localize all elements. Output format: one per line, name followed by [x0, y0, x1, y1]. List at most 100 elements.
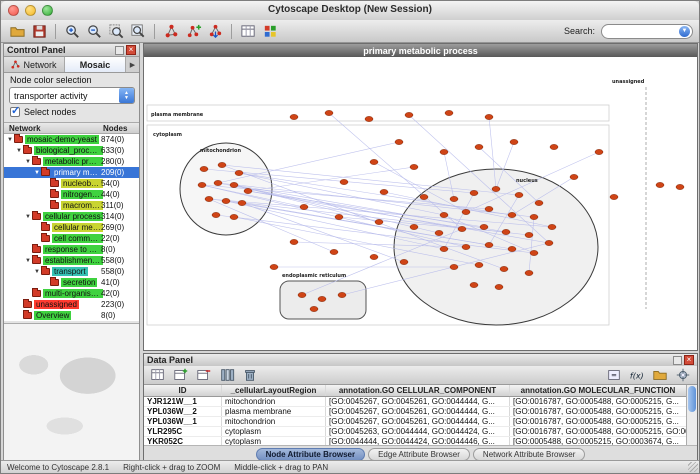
svg-text:mitochondrion: mitochondrion — [200, 148, 241, 154]
vizmapper-icon[interactable] — [260, 21, 280, 41]
tree-row[interactable]: cellular metabolic process269(0) — [4, 222, 139, 233]
tree-row-count: 41(0) — [101, 278, 120, 287]
tree-row-label: metabolic process — [43, 157, 103, 166]
row-options-icon[interactable] — [217, 365, 237, 385]
tree-row[interactable]: unassigned223(0) — [4, 299, 139, 310]
tree-row-label: secretion — [61, 278, 97, 287]
status-bar: Welcome to Cytoscape 2.8.1 Right-click +… — [1, 460, 699, 473]
tree-row-count: 558(0) — [101, 267, 124, 276]
expander-icon[interactable]: ▼ — [6, 137, 14, 143]
first-neighbors-icon[interactable] — [161, 21, 181, 41]
svg-text:endoplasmic reticulum: endoplasmic reticulum — [282, 273, 346, 279]
folder-icon — [32, 257, 41, 264]
new-column-icon[interactable] — [171, 365, 191, 385]
tree-row-label: transport — [52, 267, 88, 276]
resize-grip[interactable] — [688, 462, 698, 472]
data-panel-close-icon[interactable]: × — [684, 355, 694, 365]
table-column-header[interactable]: annotation.GO MOLECULAR_FUNCTION — [510, 385, 686, 396]
tree-row[interactable]: macromolecule metabolic process311(0) — [4, 200, 139, 211]
new-network-from-selection-icon[interactable] — [183, 21, 203, 41]
search-options-icon[interactable]: ▼ — [679, 26, 690, 37]
tab-scroll-right-icon[interactable]: ▶ — [126, 57, 139, 72]
tree-row[interactable]: ▼metabolic process280(0) — [4, 156, 139, 167]
import-attributes-file-icon[interactable] — [650, 365, 670, 385]
table-cell: [GO:0016787, GO:0005488, GO:0005215, G..… — [510, 397, 686, 406]
tree-row[interactable]: nitrogen compound metabolic process44(0) — [4, 189, 139, 200]
tree-row[interactable]: ▼establishment of localization558(0) — [4, 255, 139, 266]
table-row[interactable]: YPL036W__1mitochondrion[GO:0045267, GO:0… — [144, 417, 686, 427]
select-columns-icon[interactable] — [148, 365, 168, 385]
expander-icon[interactable]: ▼ — [33, 170, 41, 176]
control-panel-title: Control Panel — [7, 45, 115, 55]
equation-builder-icon[interactable]: = — [604, 365, 624, 385]
expander-icon[interactable]: ▼ — [24, 258, 32, 264]
expander-icon[interactable]: ▼ — [15, 148, 23, 154]
tree-row-count: 44(0) — [101, 190, 120, 199]
select-nodes-checkbox[interactable] — [10, 107, 20, 117]
import-network-icon[interactable] — [205, 21, 225, 41]
tree-row[interactable]: secretion 41(0) — [4, 277, 139, 288]
network-canvas[interactable]: plasma membranecytoplasmmitochondrionnuc… — [144, 57, 697, 350]
table-cell: YPL036W__1 — [144, 417, 222, 426]
tab-node-attribute-browser[interactable]: Node Attribute Browser — [256, 448, 366, 461]
tree-row-label: macromolecule metabolic process — [61, 201, 103, 210]
tree-row[interactable]: multi-organism process42(0) — [4, 288, 139, 299]
tree-header-network: Network — [9, 124, 41, 133]
tree-row-label: mosaic-demo-yeast — [25, 135, 99, 144]
table-scrollbar-thumb[interactable] — [688, 386, 696, 412]
tree-row[interactable]: ▼biological_process633(0) — [4, 145, 139, 156]
tree-row[interactable]: ▼cellular process314(0) — [4, 211, 139, 222]
tree-row[interactable]: ▼mosaic-demo-yeast874(0) — [4, 134, 139, 145]
search-field: ▼ — [601, 24, 693, 39]
zoom-fit-content-icon[interactable] — [128, 21, 148, 41]
select-nodes-option[interactable]: Select nodes — [10, 107, 76, 117]
table-column-header[interactable]: annotation.GO CELLULAR_COMPONENT — [326, 385, 510, 396]
settings-icon[interactable] — [673, 365, 693, 385]
control-panel-close-icon[interactable]: × — [126, 45, 136, 55]
zoom-selected-region-icon[interactable] — [106, 21, 126, 41]
tree-row[interactable]: ▼primary metabolic process209(0) — [4, 167, 139, 178]
tree-row[interactable]: ▼ transport 558(0) — [4, 266, 139, 277]
birds-eye-view[interactable] — [4, 323, 139, 460]
attribute-dropdown[interactable]: transporter activity ▲▼ — [9, 87, 135, 104]
tree-row[interactable]: response to stimulus8(0) — [4, 244, 139, 255]
table-column-header[interactable]: _cellularLayoutRegion — [222, 385, 326, 396]
tree-row-count: 558(0) — [101, 256, 124, 265]
function-builder-icon[interactable]: f(x) — [627, 365, 647, 385]
folder-icon — [23, 312, 32, 319]
svg-text:f(x): f(x) — [630, 372, 644, 381]
folder-icon — [23, 147, 32, 154]
tab-network[interactable]: Network — [4, 57, 65, 72]
tab-network-attribute-browser[interactable]: Network Attribute Browser — [473, 448, 585, 461]
tab-mosaic[interactable]: Mosaic — [65, 57, 126, 72]
tree-row[interactable]: nucleobase, nucleoside, nucleotide metab… — [4, 178, 139, 189]
delete-column-icon[interactable] — [194, 365, 214, 385]
table-cell: YPL036W__2 — [144, 407, 222, 416]
table-column-header[interactable]: ID — [144, 385, 222, 396]
tab-mosaic-label: Mosaic — [80, 60, 111, 70]
zoom-in-icon[interactable] — [62, 21, 82, 41]
delete-rows-icon[interactable] — [240, 365, 260, 385]
tab-edge-attribute-browser[interactable]: Edge Attribute Browser — [368, 448, 470, 461]
import-attributes-icon[interactable] — [238, 21, 258, 41]
search-input[interactable] — [608, 25, 674, 37]
tree-row-count: 209(0) — [101, 168, 124, 177]
tree-row[interactable]: Overview8(0) — [4, 310, 139, 321]
expander-icon[interactable]: ▼ — [24, 159, 32, 165]
save-session-icon[interactable] — [29, 21, 49, 41]
table-scrollbar[interactable] — [686, 385, 697, 446]
open-session-icon[interactable] — [7, 21, 27, 41]
control-panel-float-icon[interactable] — [115, 46, 124, 55]
table-row[interactable]: YPL036W__2plasma membrane[GO:0045267, GO… — [144, 407, 686, 417]
expander-icon[interactable]: ▼ — [24, 214, 32, 220]
table-cell: YJR121W__1 — [144, 397, 222, 406]
attribute-table: ID_cellularLayoutRegionannotation.GO CEL… — [144, 385, 686, 446]
svg-text:nucleus: nucleus — [516, 178, 538, 184]
table-row[interactable]: YJR121W__1mitochondrion[GO:0045267, GO:0… — [144, 397, 686, 407]
table-row[interactable]: YLR295Ccytoplasm[GO:0045263, GO:0044444,… — [144, 427, 686, 437]
data-panel-float-icon[interactable] — [673, 356, 682, 365]
expander-icon[interactable]: ▼ — [33, 269, 41, 275]
network-frame-titlebar[interactable]: primary metabolic process — [144, 44, 697, 57]
tree-row[interactable]: cell communication22(0) — [4, 233, 139, 244]
zoom-out-icon[interactable] — [84, 21, 104, 41]
